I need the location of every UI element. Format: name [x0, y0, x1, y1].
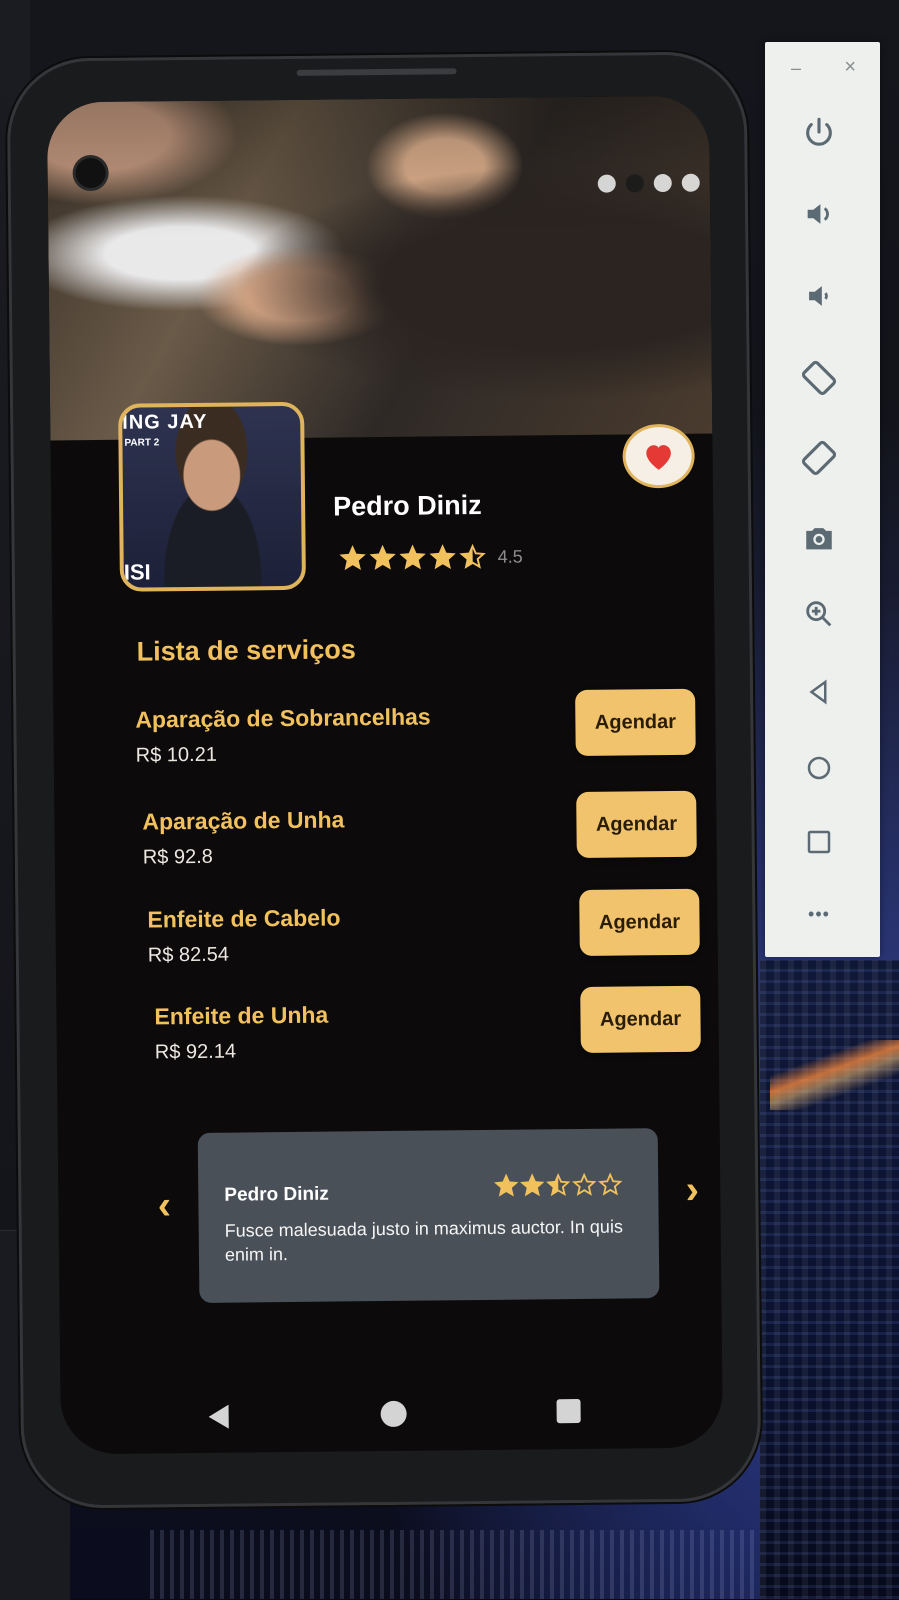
star-half-icon	[459, 543, 486, 569]
review-prev-button[interactable]: ‹	[148, 1181, 181, 1229]
star-full-icon	[494, 1173, 519, 1197]
power-icon	[806, 117, 832, 146]
hero-overlay	[46, 95, 713, 441]
favorite-button[interactable]	[622, 423, 695, 489]
front-camera	[75, 157, 106, 189]
service-price: R$ 10.21	[135, 743, 218, 767]
overview-square-icon	[807, 830, 831, 854]
emulator-close-button[interactable]: ×	[844, 56, 856, 79]
star-full-icon	[399, 544, 426, 570]
service-item: Aparação de Unha R$ 92.8 Agendar	[142, 790, 697, 879]
schedule-button[interactable]: Agendar	[575, 688, 696, 756]
rating-stars	[339, 543, 486, 572]
star-half-icon	[546, 1173, 571, 1197]
home-button[interactable]	[799, 748, 839, 788]
service-name: Aparação de Sobrancelhas	[135, 703, 431, 733]
wallpaper-lights	[150, 1530, 760, 1599]
volume-up-icon	[807, 204, 829, 224]
schedule-button[interactable]: Agendar	[580, 985, 701, 1053]
rotate-left-button[interactable]	[799, 358, 839, 398]
service-price: R$ 92.14	[154, 1040, 237, 1064]
schedule-button[interactable]: Agendar	[579, 888, 700, 956]
nav-back-icon[interactable]	[208, 1404, 229, 1429]
rotate-right-icon	[801, 440, 837, 476]
service-name: Enfeite de Unha	[154, 1001, 329, 1030]
avatar-banner-subtext: PART 2	[124, 437, 160, 449]
power-button[interactable]	[799, 112, 839, 152]
heart-icon	[646, 445, 671, 470]
review-next-button[interactable]: ›	[676, 1166, 709, 1214]
service-price: R$ 82.54	[147, 943, 230, 967]
camera-icon	[806, 528, 832, 550]
carousel-indicator	[597, 173, 700, 193]
star-full-icon	[339, 545, 366, 571]
phone-speaker	[296, 68, 457, 76]
volume-down-button[interactable]	[799, 276, 839, 316]
star-full-icon	[369, 544, 396, 570]
services-title: Lista de serviços	[136, 634, 356, 667]
schedule-button[interactable]: Agendar	[576, 790, 697, 858]
star-full-icon	[520, 1173, 545, 1197]
service-name: Enfeite de Cabelo	[147, 904, 341, 933]
more-button[interactable]: •••	[799, 894, 839, 934]
city-lights	[770, 1040, 899, 1110]
review-stars	[494, 1172, 623, 1198]
volume-down-icon	[809, 286, 828, 306]
overview-button[interactable]	[799, 822, 839, 862]
service-item: Enfeite de Cabelo R$ 82.54 Agendar	[147, 888, 700, 977]
service-item: Aparação de Sobrancelhas R$ 10.21 Agenda…	[135, 688, 696, 777]
android-nav-bar	[60, 1391, 722, 1448]
zoom-button[interactable]	[799, 594, 839, 634]
star-full-icon	[429, 544, 456, 570]
review-card: Pedro Diniz Fusce malesuada justo in max…	[197, 1128, 660, 1303]
carousel-dot[interactable]	[597, 174, 616, 193]
star-empty-icon	[572, 1172, 597, 1196]
service-name: Aparação de Unha	[142, 806, 345, 835]
carousel-dot[interactable]	[653, 173, 672, 193]
emulator-toolbar: – × •••	[765, 42, 880, 957]
emulator-titlebar: – ×	[765, 56, 880, 82]
avatar-banner-bottom-text: ISI	[123, 559, 151, 585]
zoom-in-icon	[806, 601, 832, 627]
carousel-dot[interactable]	[681, 173, 700, 192]
rotate-right-button[interactable]	[799, 438, 839, 478]
service-item: Enfeite de Unha R$ 92.14 Agendar	[154, 985, 701, 1074]
star-empty-icon	[598, 1172, 623, 1196]
emulator-minimize-button[interactable]: –	[791, 58, 801, 79]
back-triangle-icon	[809, 679, 827, 705]
review-text: Fusce malesuada justo in maximus auctor.…	[224, 1216, 623, 1265]
nav-home-icon[interactable]	[380, 1400, 407, 1428]
rating-value: 4.5	[497, 546, 523, 567]
barber-rating: 4.5	[339, 543, 523, 572]
barber-name: Pedro Diniz	[332, 489, 482, 522]
screenshot-button[interactable]	[799, 518, 839, 558]
rotate-left-icon	[801, 360, 837, 396]
review-author: Pedro Diniz	[224, 1183, 329, 1206]
nav-recents-icon[interactable]	[556, 1398, 581, 1424]
avatar-banner-text: ING JAY	[122, 410, 208, 434]
home-circle-icon	[807, 756, 831, 780]
volume-up-button[interactable]	[799, 194, 839, 234]
barber-avatar: ING JAY PART 2 ISI	[118, 401, 307, 592]
app-screen: ING JAY PART 2 ISI Pedro Diniz 4.5 Lista…	[46, 95, 724, 1455]
carousel-dot[interactable]	[625, 174, 644, 193]
phone-frame: ING JAY PART 2 ISI Pedro Diniz 4.5 Lista…	[6, 51, 762, 1509]
back-button[interactable]	[799, 672, 839, 712]
service-price: R$ 92.8	[142, 845, 213, 869]
